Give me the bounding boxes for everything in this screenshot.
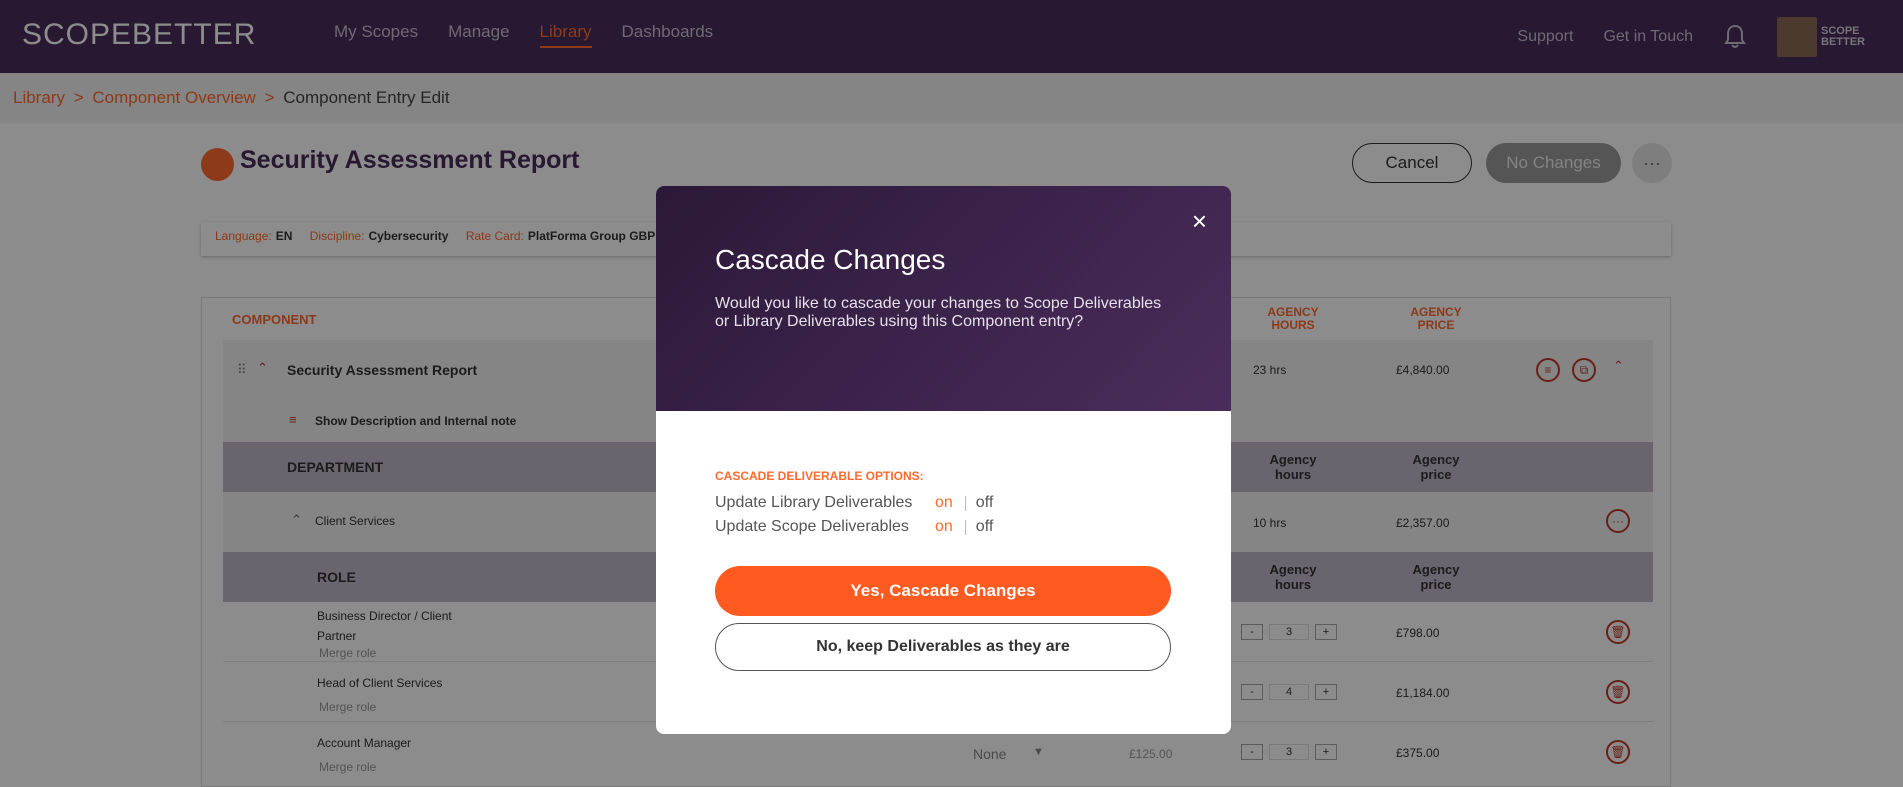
scope-on-toggle[interactable]: on xyxy=(935,518,953,536)
library-on-toggle[interactable]: on xyxy=(935,494,953,512)
cascade-changes-modal: × Cascade Changes Would you like to casc… xyxy=(656,186,1231,734)
option-label: Update Scope Deliverables xyxy=(715,518,909,535)
scope-off-toggle[interactable]: off xyxy=(976,518,994,536)
no-keep-deliverables-button[interactable]: No, keep Deliverables as they are xyxy=(715,623,1171,671)
library-off-toggle[interactable]: off xyxy=(976,494,994,512)
close-icon[interactable]: × xyxy=(1192,206,1207,237)
yes-cascade-button[interactable]: Yes, Cascade Changes xyxy=(715,566,1171,616)
modal-description: Would you like to cascade your changes t… xyxy=(715,295,1162,330)
option-label: Update Library Deliverables xyxy=(715,494,913,511)
modal-title: Cascade Changes xyxy=(715,244,946,275)
toggle-divider xyxy=(964,495,966,511)
modal-header: × Cascade Changes Would you like to casc… xyxy=(656,186,1231,411)
cascade-options-title: CASCADE DELIVERABLE OPTIONS: xyxy=(715,469,924,483)
toggle-divider xyxy=(964,519,966,535)
scope-deliverables-option: Update Scope Deliverables on off xyxy=(715,518,993,536)
library-deliverables-option: Update Library Deliverables on off xyxy=(715,494,993,512)
